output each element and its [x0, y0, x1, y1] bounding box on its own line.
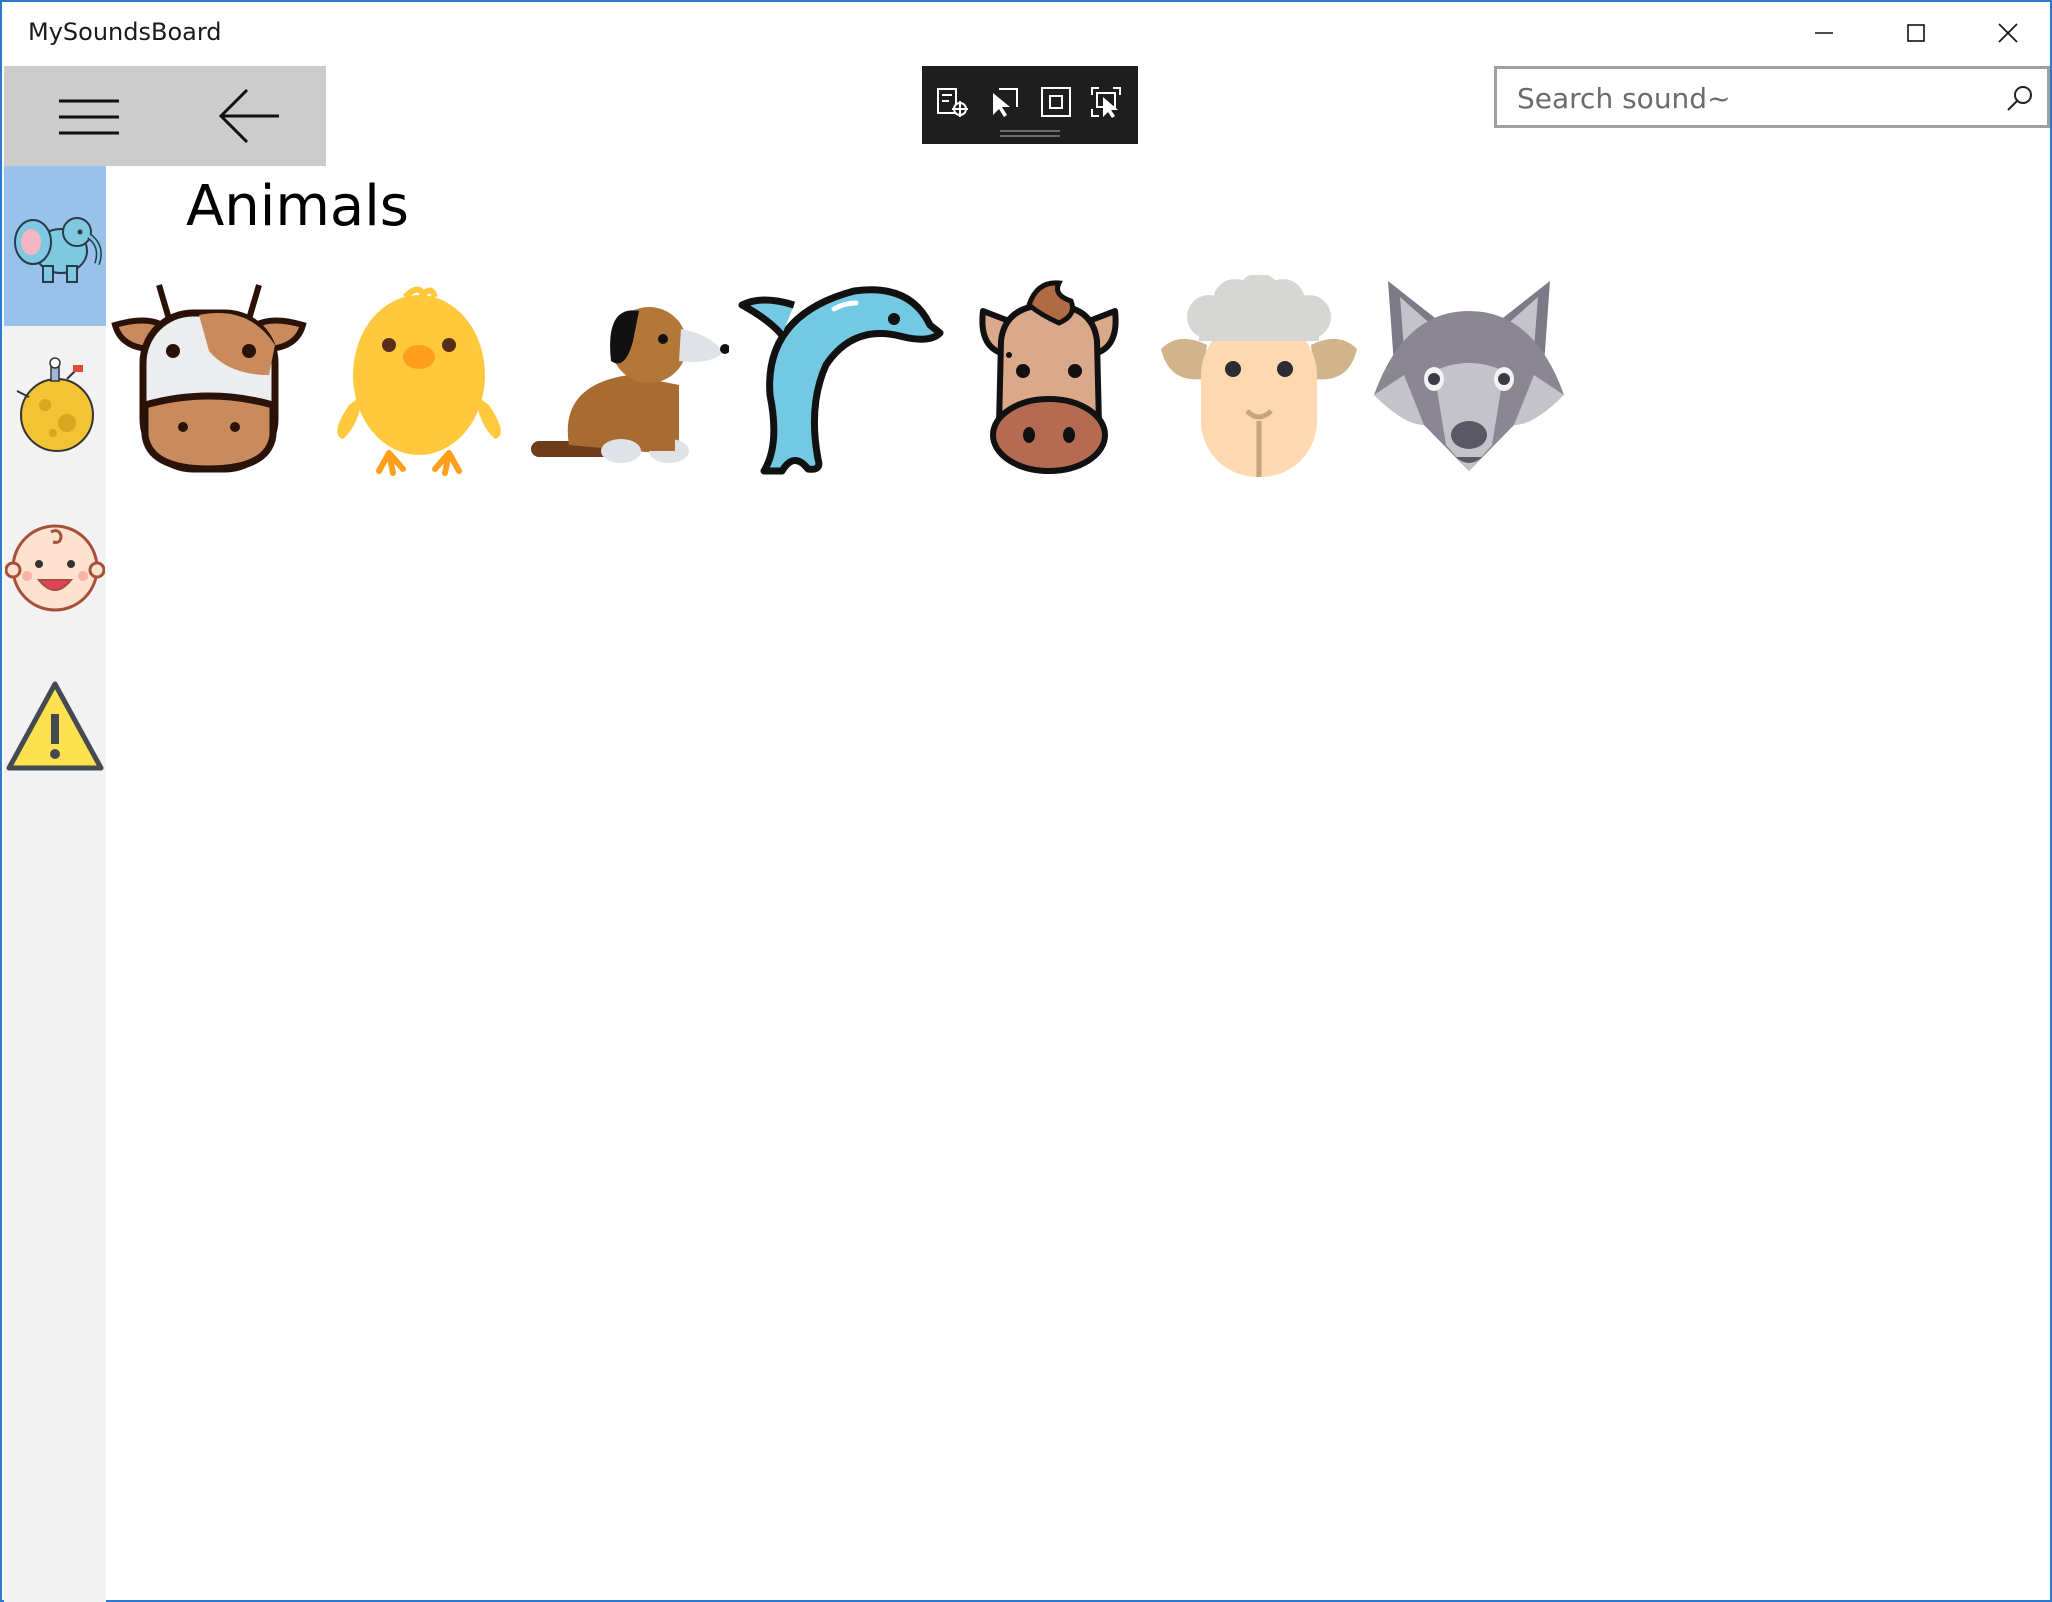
hamburger-icon [59, 99, 119, 135]
page-title: Animals [186, 174, 409, 239]
moon-planet-icon [16, 357, 94, 452]
category-alerts[interactable] [4, 646, 106, 806]
category-rail [4, 166, 106, 1602]
wolf-icon [1374, 281, 1564, 471]
debug-toolbar [922, 66, 1138, 144]
cow-icon [111, 284, 307, 473]
select-element-button[interactable] [986, 84, 1022, 120]
maximize-icon [1907, 24, 1925, 42]
sound-button-cow[interactable] [104, 270, 314, 484]
sound-button-chick[interactable] [314, 270, 524, 484]
warning-sign-icon [6, 681, 104, 771]
search-icon[interactable] [2005, 83, 2035, 113]
nav-header [4, 66, 326, 166]
maximize-button[interactable] [1870, 2, 1962, 64]
display-layout-adorners-icon [1041, 87, 1071, 117]
sheep-icon [1161, 275, 1357, 477]
toolbar-grip[interactable] [1000, 130, 1060, 132]
horse-icon [979, 280, 1119, 474]
live-visual-tree-icon [937, 88, 968, 117]
category-baby[interactable] [4, 486, 106, 646]
chick-icon [337, 286, 501, 476]
sound-button-horse[interactable] [944, 270, 1154, 484]
sound-button-dolphin[interactable] [734, 270, 944, 484]
display-adorners-button[interactable] [1038, 84, 1074, 120]
minimize-icon [1815, 32, 1833, 34]
track-focus-icon [1091, 87, 1121, 118]
title-bar: MySoundsBoard [2, 2, 2050, 64]
back-button[interactable] [204, 86, 294, 146]
search-input[interactable] [1515, 77, 1989, 119]
close-button[interactable] [1962, 2, 2052, 64]
select-element-icon [993, 88, 1018, 117]
live-visual-tree-button[interactable] [934, 84, 970, 120]
dog-icon [531, 307, 729, 463]
app-window: MySoundsBoard Search sound~ Animals [0, 0, 2052, 1602]
sound-button-wolf[interactable] [1364, 270, 1574, 484]
track-focus-button[interactable] [1088, 84, 1124, 120]
search-box[interactable] [1494, 66, 2050, 128]
baby-face-icon [5, 524, 105, 612]
sound-button-dog[interactable] [524, 270, 734, 484]
app-title: MySoundsBoard [28, 18, 222, 46]
dolphin-icon [738, 286, 944, 475]
elephant-icon [14, 217, 102, 283]
category-animals[interactable] [4, 166, 106, 326]
category-space[interactable] [4, 326, 106, 486]
back-arrow-icon [218, 88, 279, 144]
toolbar-grip-line [1000, 135, 1060, 137]
sound-button-sheep[interactable] [1154, 270, 1364, 484]
close-icon [1998, 23, 2018, 43]
hamburger-button[interactable] [44, 92, 134, 142]
minimize-button[interactable] [1778, 2, 1870, 64]
